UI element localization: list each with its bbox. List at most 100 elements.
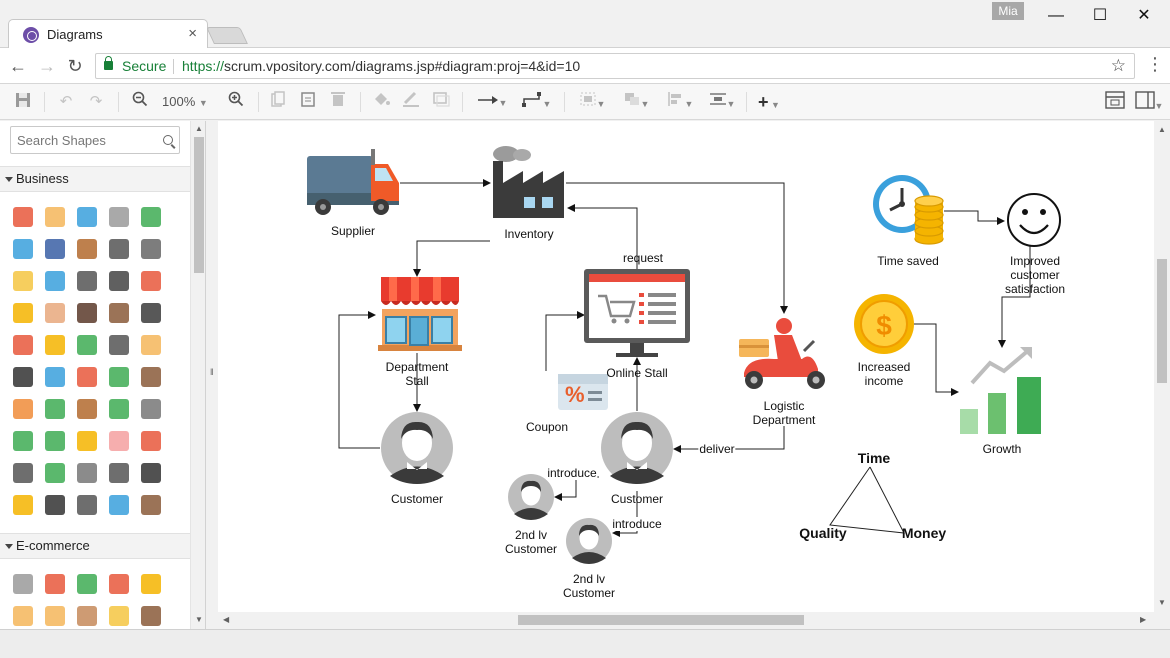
delete-icon[interactable] (328, 91, 348, 113)
scroll-right-icon[interactable]: ▶ (1140, 615, 1146, 624)
add-element-icon[interactable]: + ▼ (752, 91, 786, 113)
connector-customer-dept[interactable] (338, 311, 380, 449)
label-logistic-department[interactable]: Logistic Department (753, 399, 816, 427)
clock-coins-icon[interactable] (873, 175, 944, 245)
growth-chart-icon[interactable] (960, 347, 1041, 434)
label-introduce-2[interactable]: introduce (611, 517, 663, 531)
business-shape-icon[interactable] (77, 271, 97, 291)
ecommerce-shape-icon[interactable] (109, 574, 129, 594)
category-ecommerce[interactable]: E-commerce (0, 533, 190, 559)
business-shape-icon[interactable] (109, 335, 129, 355)
coupon-icon[interactable]: % (554, 371, 608, 411)
business-shape-icon[interactable] (77, 495, 97, 515)
online-store-monitor-icon[interactable] (584, 269, 690, 357)
line-color-icon[interactable] (400, 91, 422, 113)
scroll-up-icon[interactable]: ▲ (1158, 125, 1166, 134)
category-business[interactable]: Business (0, 166, 190, 192)
new-tab-button[interactable] (206, 27, 248, 44)
business-shape-icon[interactable] (77, 207, 97, 227)
group-icon[interactable]: ▼ (574, 91, 610, 113)
customer-avatar-icon[interactable] (381, 412, 453, 484)
canvas-vertical-scrollbar[interactable]: ▲ ▼ (1154, 121, 1170, 612)
label-time-saved[interactable]: Time saved (877, 254, 939, 268)
ecommerce-shape-icon[interactable] (13, 606, 33, 626)
bookmark-star-icon[interactable]: ☆ (1111, 56, 1126, 76)
label-second-level-customer-1[interactable]: 2nd lv Customer (505, 528, 557, 556)
business-shape-icon[interactable] (45, 207, 65, 227)
format-panel-icon[interactable] (1104, 91, 1126, 113)
copy-icon[interactable] (268, 91, 288, 113)
store-icon[interactable] (378, 277, 462, 351)
ecommerce-shape-icon[interactable] (13, 574, 33, 594)
business-shape-icon[interactable] (141, 463, 161, 483)
business-shape-icon[interactable] (109, 399, 129, 419)
ecommerce-shape-icon[interactable] (141, 606, 161, 626)
business-shape-icon[interactable] (13, 399, 33, 419)
panel-splitter[interactable]: ‖ (206, 121, 218, 629)
url-field[interactable]: Secure https://scrum.vpository.com/diagr… (95, 53, 1135, 79)
customer-avatar-icon[interactable] (601, 412, 673, 484)
browser-menu-icon[interactable]: ⋮ (1146, 54, 1164, 75)
business-shape-icon[interactable] (45, 367, 65, 387)
business-shape-icon[interactable] (109, 207, 129, 227)
label-online-stall[interactable]: Online Stall (606, 366, 667, 380)
second-level-customer-avatar-icon[interactable] (566, 518, 612, 564)
business-shape-icon[interactable] (77, 303, 97, 323)
smiley-face-icon[interactable] (1007, 193, 1061, 247)
paste-icon[interactable] (298, 91, 318, 113)
ecommerce-shape-icon[interactable] (141, 574, 161, 594)
business-shape-icon[interactable] (45, 239, 65, 259)
business-shape-icon[interactable] (77, 431, 97, 451)
business-shape-icon[interactable] (45, 271, 65, 291)
redo-icon[interactable]: ↷ (86, 91, 106, 113)
connector-introduce-1[interactable] (554, 476, 599, 501)
label-time[interactable]: Time (858, 451, 890, 465)
label-increased-income[interactable]: Increased income (858, 360, 911, 388)
gold-coin-icon[interactable]: $ (854, 294, 914, 354)
shadow-icon[interactable] (430, 91, 452, 113)
business-shape-icon[interactable] (77, 239, 97, 259)
business-shape-icon[interactable] (109, 239, 129, 259)
business-shape-icon[interactable] (141, 399, 161, 419)
fill-color-icon[interactable] (370, 91, 392, 113)
close-window-button[interactable]: ✕ (1122, 2, 1166, 30)
minimize-button[interactable]: — (1034, 2, 1078, 30)
ecommerce-shape-icon[interactable] (109, 606, 129, 626)
profile-badge[interactable]: Mia (992, 2, 1024, 20)
connector-income-growth[interactable] (914, 323, 959, 396)
triangle-outline[interactable] (829, 466, 905, 534)
business-shape-icon[interactable] (141, 335, 161, 355)
business-shape-icon[interactable] (45, 463, 65, 483)
back-arrow-icon[interactable]: ← (6, 54, 30, 78)
business-shape-icon[interactable] (13, 463, 33, 483)
delivery-scooter-icon[interactable] (739, 318, 825, 389)
ecommerce-shape-icon[interactable] (77, 606, 97, 626)
search-shapes-input[interactable] (17, 131, 157, 149)
scroll-down-icon[interactable]: ▼ (1158, 598, 1166, 607)
second-level-customer-avatar-icon[interactable] (508, 474, 554, 520)
business-shape-icon[interactable] (45, 335, 65, 355)
ecommerce-shape-icon[interactable] (77, 574, 97, 594)
business-shape-icon[interactable] (109, 431, 129, 451)
business-shape-icon[interactable] (13, 239, 33, 259)
business-shape-icon[interactable] (13, 271, 33, 291)
tab-close-icon[interactable]: × (188, 25, 197, 42)
label-introduce-1[interactable]: introduce (546, 466, 598, 480)
label-inventory[interactable]: Inventory (504, 227, 553, 241)
browser-tab-diagrams[interactable]: Diagrams × (8, 19, 208, 49)
zoom-level[interactable]: 100% ▼ (162, 94, 208, 109)
scroll-left-icon[interactable]: ◀ (223, 615, 229, 624)
search-icon[interactable] (163, 135, 173, 145)
label-money[interactable]: Money (902, 526, 946, 540)
business-shape-icon[interactable] (141, 495, 161, 515)
business-shape-icon[interactable] (13, 431, 33, 451)
factory-icon[interactable] (493, 146, 564, 218)
outline-panel-icon[interactable]: ▼ (1134, 91, 1164, 113)
scrollbar-thumb[interactable] (194, 137, 204, 273)
business-shape-icon[interactable] (109, 463, 129, 483)
business-shape-icon[interactable] (45, 431, 65, 451)
label-growth[interactable]: Growth (983, 442, 1022, 456)
arrange-icon[interactable]: ▼ (618, 91, 654, 113)
shape-panel-scrollbar[interactable]: ▲ ▼ (190, 121, 205, 629)
business-shape-icon[interactable] (45, 399, 65, 419)
